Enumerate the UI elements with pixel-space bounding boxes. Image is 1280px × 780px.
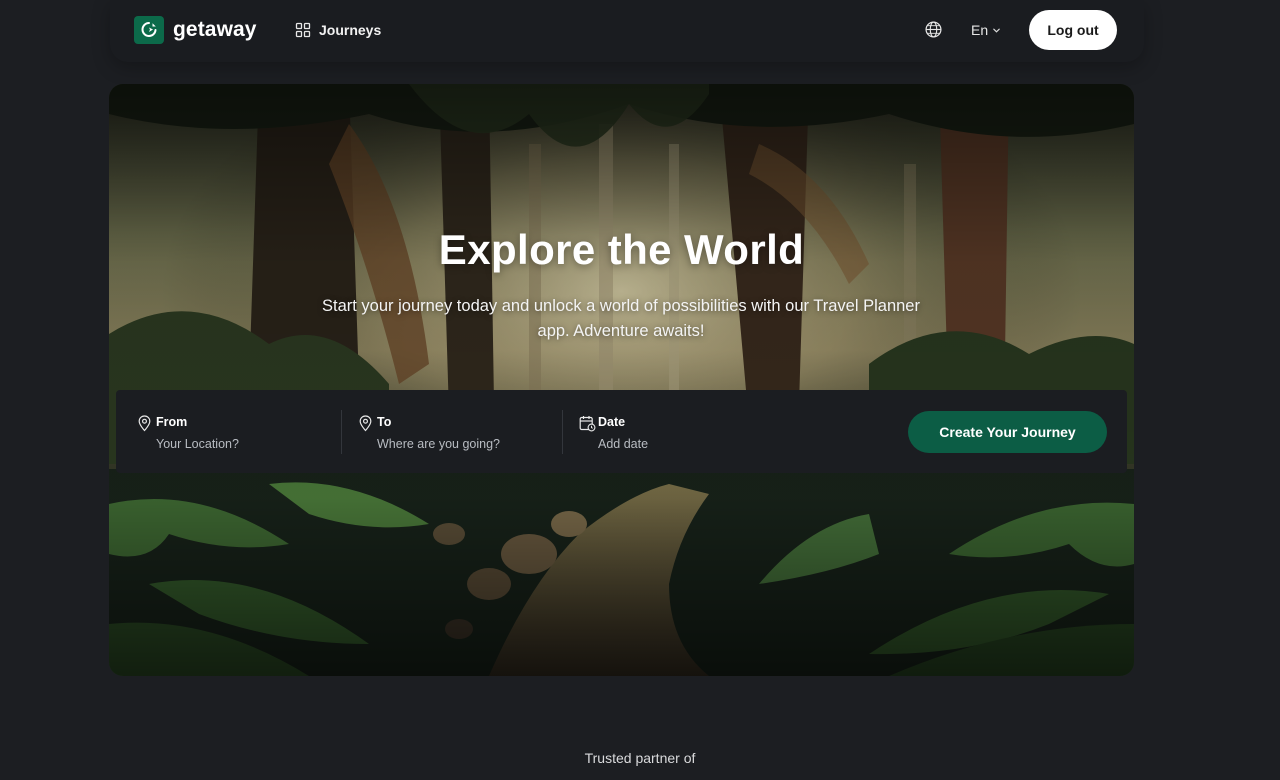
language-selector[interactable]: En — [971, 21, 1001, 39]
language-label: En — [971, 22, 989, 38]
forest-background-image — [109, 84, 1134, 676]
brand-logo[interactable]: getaway — [134, 16, 257, 44]
logout-button[interactable]: Log out — [1029, 10, 1117, 50]
calendar-clock-icon — [579, 416, 596, 432]
chevron-down-icon — [993, 28, 1000, 33]
trusted-partner-caption: Trusted partner of — [584, 750, 696, 766]
from-field[interactable]: From Your Location? — [116, 390, 341, 473]
to-field[interactable]: To Where are you going? — [337, 390, 562, 473]
location-pin-logo-icon — [134, 16, 164, 44]
globe-icon[interactable] — [924, 20, 943, 39]
grid-icon — [295, 22, 311, 38]
map-pin-icon — [359, 415, 372, 432]
map-pin-icon — [138, 415, 151, 432]
journey-search-bar: From Your Location? To Where are you goi… — [116, 390, 1127, 473]
to-label: To — [377, 415, 392, 429]
hero-subtitle: Start your journey today and unlock a wo… — [322, 297, 920, 340]
create-journey-button[interactable]: Create Your Journey — [908, 411, 1107, 453]
nav-journeys-label: Journeys — [319, 22, 382, 38]
to-placeholder: Where are you going? — [377, 437, 500, 451]
date-field[interactable]: Date Add date — [558, 390, 783, 473]
date-placeholder: Add date — [598, 437, 649, 451]
from-label: From — [156, 415, 188, 429]
from-placeholder: Your Location? — [156, 437, 239, 451]
brand-name: getaway — [173, 18, 257, 41]
nav-journeys-link[interactable]: Journeys — [295, 20, 381, 40]
hero-title: Explore the World — [438, 226, 805, 273]
hero-banner: Explore the World Start your journey tod… — [109, 84, 1134, 676]
date-label: Date — [598, 415, 626, 429]
